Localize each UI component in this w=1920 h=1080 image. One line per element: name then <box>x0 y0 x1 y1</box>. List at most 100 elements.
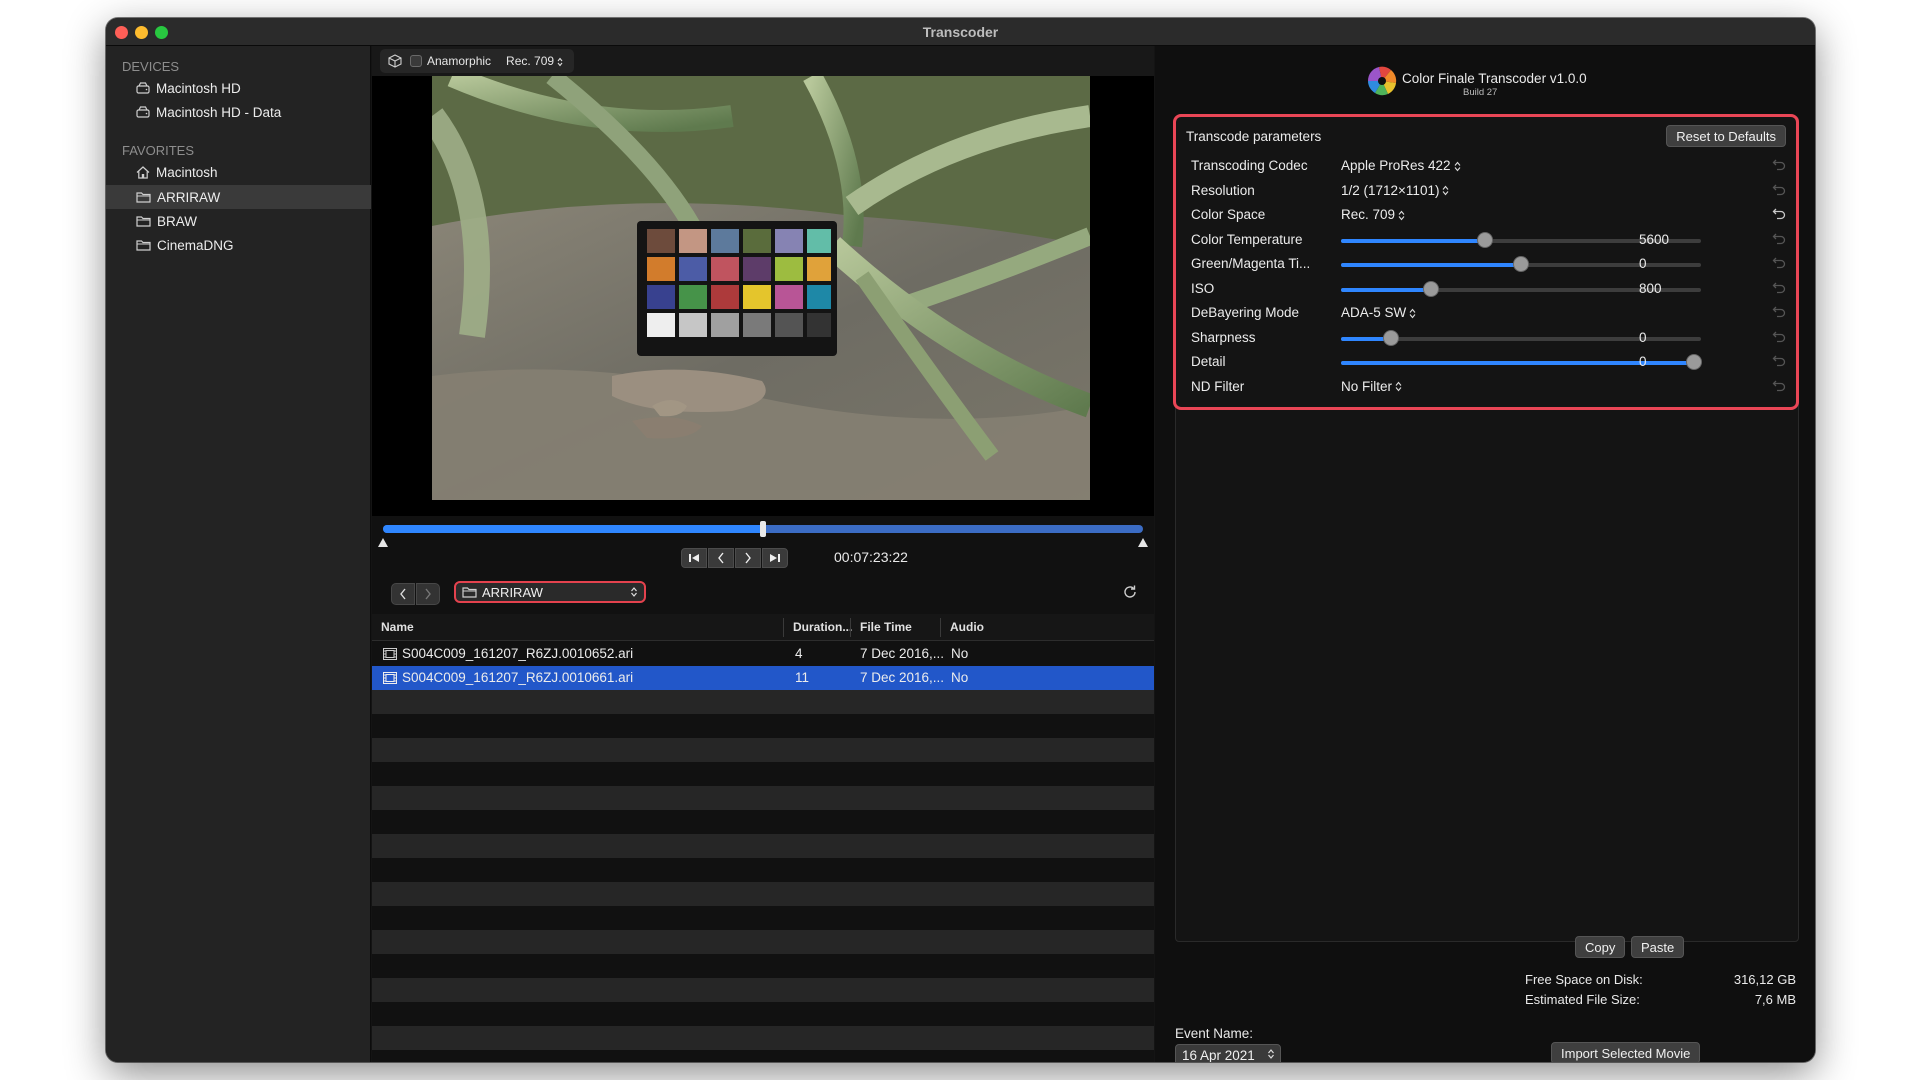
column-header-name[interactable]: Name <box>381 620 414 634</box>
sidebar-item-braw[interactable]: BRAW <box>106 209 371 233</box>
sidebar-item-label: Macintosh <box>156 164 218 180</box>
sidebar-item-macintosh-hd[interactable]: Macintosh HD <box>106 76 371 100</box>
param-row: DeBayering Mode ADA-5 SW <box>1191 301 1787 325</box>
folder-icon <box>136 192 151 203</box>
param-select[interactable]: Apple ProRes 422 <box>1341 158 1461 173</box>
column-divider[interactable] <box>940 618 941 637</box>
duration-cell: 11 <box>795 670 810 685</box>
param-value: No Filter <box>1341 378 1393 394</box>
reset-to-defaults-button[interactable]: Reset to Defaults <box>1666 125 1786 147</box>
timeline-scrubber[interactable] <box>383 521 1143 537</box>
reset-param-icon[interactable] <box>1772 183 1786 197</box>
home-icon <box>136 165 150 179</box>
column-divider[interactable] <box>850 618 851 637</box>
free-space-value: 316,12 GB <box>1733 972 1796 987</box>
param-label: ISO <box>1191 280 1215 296</box>
slider-knob[interactable] <box>1514 257 1528 271</box>
event-name-label: Event Name: <box>1175 1026 1254 1041</box>
sidebar-item-label: BRAW <box>157 213 197 229</box>
go-to-start-button[interactable] <box>681 548 707 568</box>
reset-param-icon[interactable] <box>1772 158 1786 172</box>
app-build: Build 27 <box>1463 87 1498 98</box>
reset-param-icon[interactable] <box>1772 379 1786 393</box>
video-preview[interactable] <box>372 76 1154 516</box>
sidebar-item-label: CinemaDNG <box>157 237 234 253</box>
param-select[interactable]: No Filter <box>1341 379 1402 394</box>
param-slider[interactable] <box>1341 355 1701 369</box>
empty-row <box>372 1026 1154 1050</box>
event-name-select[interactable]: 16 Apr 2021 <box>1175 1044 1281 1062</box>
drive-icon <box>136 106 150 118</box>
film-strip-icon <box>383 672 397 684</box>
slider-knob[interactable] <box>1384 330 1399 345</box>
sidebar-item-label: ARRIRAW <box>157 189 221 205</box>
slider-knob[interactable] <box>1424 281 1438 296</box>
reset-param-icon[interactable] <box>1772 354 1786 368</box>
param-value: Rec. 709 <box>1341 207 1396 222</box>
table-row[interactable]: S004C009_161207_R6ZJ.0010661.ari 11 7 De… <box>372 666 1154 690</box>
browser-back-button[interactable] <box>391 583 415 605</box>
up-down-chevron-icon <box>1398 210 1405 221</box>
folder-path-select[interactable]: ARRIRAW <box>454 581 646 603</box>
copy-button[interactable]: Copy <box>1575 936 1626 958</box>
file-name-cell: S004C009_161207_R6ZJ.0010661.ari <box>402 670 634 685</box>
param-value: 0 <box>1639 329 1647 345</box>
column-header-audio[interactable]: Audio <box>950 620 984 634</box>
next-frame-button[interactable] <box>735 548 761 568</box>
cube-icon[interactable] <box>388 54 402 68</box>
table-row[interactable]: S004C009_161207_R6ZJ.0010652.ari 4 7 Dec… <box>372 642 1154 666</box>
slider-fill <box>1341 287 1431 292</box>
reset-param-icon[interactable] <box>1772 330 1786 344</box>
reset-param-icon[interactable] <box>1772 207 1786 221</box>
param-label: Resolution <box>1191 182 1255 198</box>
previous-frame-button[interactable] <box>708 548 734 568</box>
sidebar-item-arriraw[interactable]: ARRIRAW <box>106 185 371 209</box>
column-header-duration[interactable]: Duration... <box>793 620 852 634</box>
param-slider[interactable] <box>1341 330 1701 345</box>
out-point-marker[interactable] <box>1138 538 1148 547</box>
column-divider[interactable] <box>783 618 784 637</box>
param-slider[interactable] <box>1341 257 1701 271</box>
reset-param-icon[interactable] <box>1772 232 1786 246</box>
paste-button[interactable]: Paste <box>1631 936 1685 958</box>
anamorphic-checkbox[interactable] <box>410 55 422 67</box>
param-label: Transcoding Codec <box>1191 158 1308 173</box>
sidebar-item-cinemadng[interactable]: CinemaDNG <box>106 233 371 257</box>
empty-row <box>372 834 1154 858</box>
slider-knob[interactable] <box>1478 232 1492 247</box>
param-select[interactable]: 1/2 (1712×1101) <box>1341 183 1449 198</box>
import-selected-movie-button[interactable]: Import Selected Movie <box>1551 1042 1701 1062</box>
param-label: Color Temperature <box>1191 231 1303 247</box>
column-header-file-time[interactable]: File Time <box>860 620 912 634</box>
param-select[interactable]: ADA-5 SW <box>1341 305 1416 320</box>
go-to-end-button[interactable] <box>762 548 788 568</box>
free-space-label: Free Space on Disk: <box>1525 972 1643 987</box>
sidebar-item-label: Macintosh HD <box>156 80 241 96</box>
playhead-handle[interactable] <box>760 521 766 537</box>
folder-icon <box>136 240 151 251</box>
transcoder-window: Transcoder DEVICES Macintosh HD Macintos… <box>106 18 1815 1062</box>
sidebar: DEVICES Macintosh HD Macintosh HD - Data… <box>106 46 371 1062</box>
param-value: ADA-5 SW <box>1341 305 1407 320</box>
chevron-right-icon <box>425 588 431 600</box>
empty-row <box>372 786 1154 810</box>
anamorphic-label: Anamorphic <box>427 54 492 68</box>
file-table-body: S004C009_161207_R6ZJ.0010652.ari 4 7 Dec… <box>372 642 1154 1062</box>
in-point-marker[interactable] <box>378 538 388 547</box>
browser-forward-button[interactable] <box>416 583 440 605</box>
refresh-icon[interactable] <box>1122 584 1138 600</box>
param-select[interactable]: Rec. 709 <box>1341 207 1405 222</box>
reset-param-icon[interactable] <box>1772 256 1786 270</box>
sidebar-item-macintosh[interactable]: Macintosh <box>106 160 371 184</box>
app-title: Color Finale Transcoder v1.0.0 <box>1402 71 1587 86</box>
sidebar-item-macintosh-hd-data[interactable]: Macintosh HD - Data <box>106 100 371 124</box>
reset-param-icon[interactable] <box>1772 281 1786 295</box>
estimated-size-label: Estimated File Size: <box>1525 992 1640 1007</box>
estimated-size-value: 7,6 MB <box>1754 992 1796 1007</box>
param-value: 5600 <box>1639 231 1670 247</box>
viewer-options: Anamorphic Rec. 709 <box>380 49 574 73</box>
reset-param-icon[interactable] <box>1772 305 1786 319</box>
empty-row <box>372 930 1154 954</box>
slider-knob[interactable] <box>1686 355 1701 369</box>
viewer-color-space-select[interactable]: Rec. 709 <box>506 54 563 68</box>
